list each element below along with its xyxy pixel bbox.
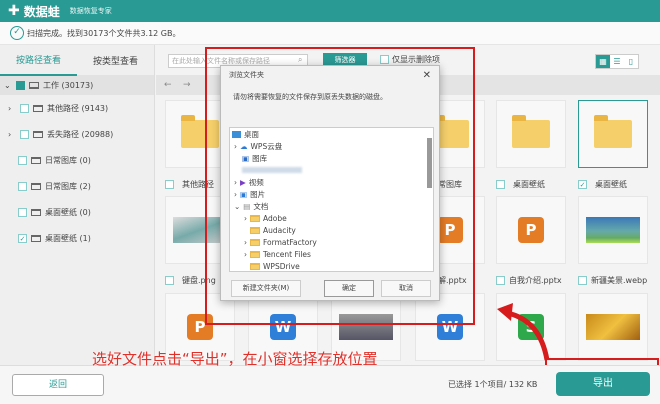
sidebar: 按路径查看 按类型查看 ⌄ 工作 (30173) › 其他路径 (9143) › 丢… <box>0 45 155 365</box>
file-card[interactable] <box>578 196 648 264</box>
item-label: 桌面壁纸 (1) <box>45 233 91 243</box>
item-checkbox[interactable] <box>18 155 27 165</box>
grid-view-icon[interactable]: ▦ <box>596 55 610 68</box>
annotation-arrow-icon <box>497 303 550 361</box>
folder-icon <box>594 115 632 148</box>
check-circle-icon: ✓ <box>10 26 24 40</box>
landscape-thumbnail <box>586 217 640 243</box>
file-checkbox[interactable] <box>496 180 505 189</box>
item-label: 日常图库 (2) <box>45 181 91 191</box>
item-label: 日常图库 (0) <box>45 155 91 165</box>
folder-icon <box>33 104 43 112</box>
detail-view-icon[interactable]: ▯ <box>624 55 638 68</box>
file-checkbox[interactable] <box>496 276 505 285</box>
export-button[interactable]: 导出 <box>556 372 650 396</box>
file-checkbox[interactable] <box>165 180 174 189</box>
title-bar: ✚ 数据蛙 数据恢复专家 <box>0 0 660 22</box>
tab-by-path[interactable]: 按路径查看 <box>0 45 77 76</box>
folder-icon <box>31 234 41 242</box>
chevron-down-icon[interactable]: ⌄ <box>4 81 12 90</box>
file-card[interactable]: P <box>496 196 566 264</box>
item-checkbox[interactable] <box>20 129 29 139</box>
file-label: 新疆美景.webp <box>578 275 658 286</box>
view-switcher: ▦ ☰ ▯ <box>595 54 639 69</box>
status-text: 扫描完成。找到30173个文件共3.12 GB。 <box>27 28 181 38</box>
logo-icon: ✚ <box>8 3 20 19</box>
folder-icon <box>512 115 550 148</box>
item-checkbox[interactable]: ✓ <box>18 233 27 243</box>
folder-icon <box>33 130 43 138</box>
chevron-right-icon[interactable]: › <box>8 130 16 139</box>
root-label: 工作 (30173) <box>43 80 94 90</box>
app-name: 数据蛙 <box>23 4 60 19</box>
forward-arrow-icon[interactable]: → <box>183 80 191 90</box>
back-arrow-icon[interactable]: ← <box>164 80 172 90</box>
file-card[interactable] <box>578 293 648 361</box>
folder-icon <box>31 182 41 190</box>
tab-by-type[interactable]: 按类型查看 <box>77 46 154 75</box>
file-checkbox[interactable]: ✓ <box>578 180 587 189</box>
item-checkbox[interactable] <box>18 181 27 191</box>
tree-item[interactable]: 日常图库 (2) <box>0 173 154 199</box>
footer-bar: 返回 已选择 1个项目/ 132 KB 导出 <box>0 365 660 404</box>
item-label: 丢失路径 (20988) <box>47 129 114 139</box>
drive-icon <box>29 81 39 89</box>
pptx-file-icon: P <box>518 217 544 243</box>
folder-icon <box>31 156 41 164</box>
tree-item[interactable]: › 丢失路径 (20988) <box>0 121 154 147</box>
selection-info: 已选择 1个项目/ 132 KB <box>448 380 538 389</box>
file-checkbox[interactable] <box>578 276 587 285</box>
item-checkbox[interactable] <box>20 103 29 113</box>
item-label: 其他路径 (9143) <box>47 103 109 113</box>
list-view-icon[interactable]: ☰ <box>610 55 624 68</box>
item-checkbox[interactable] <box>18 207 27 217</box>
root-checkbox[interactable] <box>16 80 25 90</box>
tree-item[interactable]: 日常图库 (0) <box>0 147 154 173</box>
folder-icon <box>31 208 41 216</box>
tree-root[interactable]: ⌄ 工作 (30173) <box>0 75 154 95</box>
scan-status: ✓ 扫描完成。找到30173个文件共3.12 GB。 <box>0 22 660 45</box>
file-label: 桌面壁纸 <box>496 179 576 190</box>
file-checkbox[interactable] <box>165 276 174 285</box>
tree-item[interactable]: ✓ 桌面壁纸 (1) <box>0 225 154 251</box>
tree-item[interactable]: 桌面壁纸 (0) <box>0 199 154 225</box>
file-label: ✓ 桌面壁纸 <box>578 180 627 189</box>
file-card[interactable] <box>496 100 566 168</box>
chevron-right-icon[interactable]: › <box>8 104 16 113</box>
annotation-box-dialog <box>205 47 475 325</box>
back-button[interactable]: 返回 <box>12 374 104 396</box>
annotation-caption: 选好文件点击“导出”，在小窗选择存放位置 <box>92 350 378 368</box>
tree-item[interactable]: › 其他路径 (9143) <box>0 95 154 121</box>
autumn-thumbnail <box>586 314 640 340</box>
file-card[interactable] <box>578 100 648 168</box>
file-label: 自我介绍.pptx <box>496 275 576 286</box>
app-subtitle: 数据恢复专家 <box>69 7 112 15</box>
item-label: 桌面壁纸 (0) <box>45 207 91 217</box>
